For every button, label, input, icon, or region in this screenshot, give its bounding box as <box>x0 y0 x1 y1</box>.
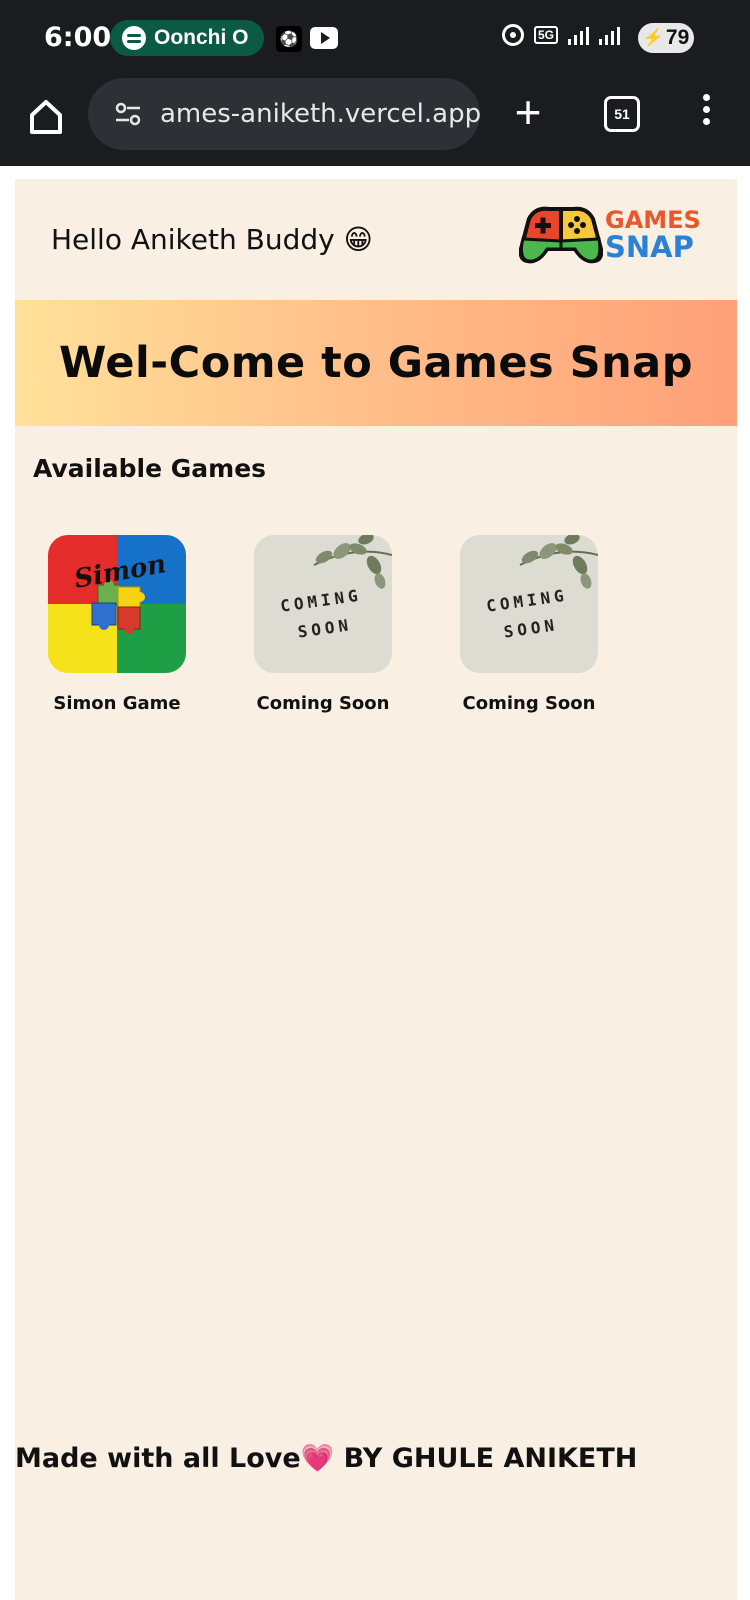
available-games-heading: Available Games <box>33 454 267 483</box>
game-card-coming-soon-2[interactable]: COMING SOON Coming Soon <box>449 535 609 714</box>
network-type-icon: 5G <box>533 26 558 44</box>
game-label-coming-soon-2[interactable]: Coming Soon <box>449 693 609 714</box>
status-bar: 6:00 Oonchi O ⚽ 5G ⚡ 79 <box>0 0 750 78</box>
url-text[interactable]: ames-aniketh.vercel.app <box>160 99 480 129</box>
signal-icon <box>568 25 589 45</box>
browser-toolbar: ames-aniketh.vercel.app + 51 <box>0 78 750 166</box>
home-icon[interactable] <box>26 97 66 137</box>
status-time: 6:00 <box>44 22 112 53</box>
tab-switcher-button[interactable]: 51 <box>604 96 640 132</box>
signal-icon-2 <box>599 25 620 45</box>
game-label-coming-soon-1[interactable]: Coming Soon <box>243 693 403 714</box>
game-label-simon[interactable]: Simon Game <box>37 693 197 714</box>
welcome-banner: Wel-Come to Games Snap <box>15 300 737 426</box>
battery-indicator: ⚡ 79 <box>638 23 694 53</box>
coming-soon-thumbnail[interactable]: COMING SOON <box>460 535 598 673</box>
banner-title: Wel-Come to Games Snap <box>59 338 693 388</box>
gamepad-icon <box>519 206 603 264</box>
web-page: Hello Aniketh Buddy 😁 GAMES SNAP Wel-Com… <box>15 179 737 1600</box>
media-pill-text: Oonchi O <box>154 26 249 49</box>
site-settings-icon[interactable] <box>114 100 142 128</box>
battery-level: 79 <box>665 26 690 49</box>
new-tab-button[interactable]: + <box>510 89 546 135</box>
hotspot-icon <box>501 24 524 46</box>
address-bar[interactable]: ames-aniketh.vercel.app <box>88 78 480 150</box>
game-card-simon[interactable]: Simon Simon Game <box>37 535 197 714</box>
youtube-icon <box>310 27 338 49</box>
puzzle-pieces-icon <box>91 580 145 634</box>
games-snap-logo[interactable]: GAMES SNAP <box>519 201 701 271</box>
spotify-icon <box>122 26 146 50</box>
coming-soon-thumbnail[interactable]: COMING SOON <box>254 535 392 673</box>
greeting-text: Hello Aniketh Buddy 😁 <box>51 223 373 256</box>
game-card-coming-soon-1[interactable]: COMING SOON Coming Soon <box>243 535 403 714</box>
footer-credit: Made with all Love💗 BY GHULE ANIKETH <box>15 1443 638 1474</box>
logo-line2: SNAP <box>605 230 694 264</box>
simon-game-thumbnail[interactable]: Simon <box>48 535 186 673</box>
media-pill[interactable]: Oonchi O <box>110 20 264 56</box>
charging-icon: ⚡ <box>642 28 664 47</box>
more-menu-icon[interactable] <box>700 94 712 134</box>
app-notification-icon: ⚽ <box>276 26 302 52</box>
